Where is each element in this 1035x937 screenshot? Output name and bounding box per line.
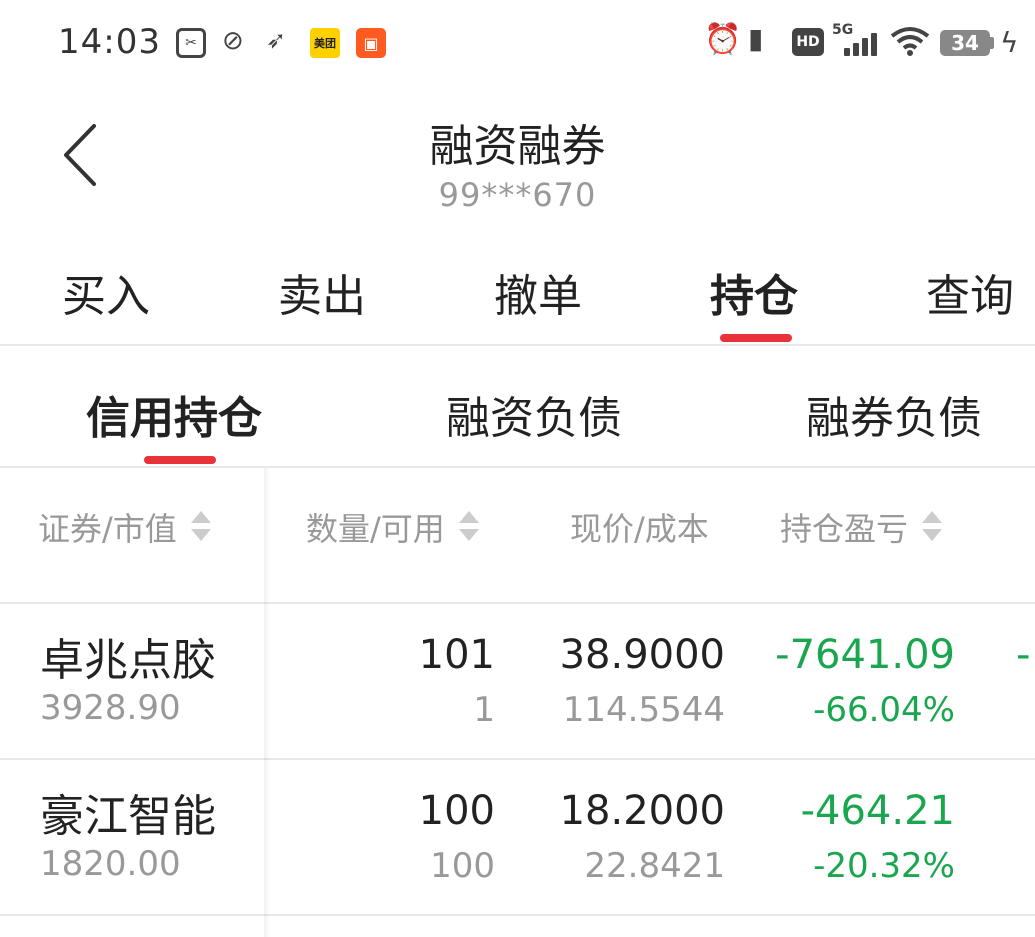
sort-icon	[190, 509, 211, 545]
quantity: 101	[418, 632, 495, 678]
active-subtab-indicator	[144, 456, 216, 464]
feather-app-icon: ➶	[266, 26, 287, 54]
tab-cancel[interactable]: 撤单	[494, 260, 582, 324]
tab-buy[interactable]: 买入	[62, 260, 150, 324]
col-security[interactable]: 证券/市值	[38, 504, 211, 550]
table-header: 证券/市值 数量/可用 现价/成本 持仓盈亏	[0, 468, 1035, 604]
page-title: 融资融券	[429, 121, 606, 172]
position-pnl: -7641.09	[775, 632, 955, 678]
status-bar: 14:03 ✂ ⊘ ➶ 美团 ▣ ⏰ ▮ HD 5G 34 ϟ	[0, 0, 1035, 86]
frozen-column-shadow	[264, 468, 270, 937]
tab-sell[interactable]: 卖出	[278, 260, 366, 324]
battery-tip	[990, 37, 994, 49]
table-row[interactable]: 卓兆点胶 3928.90 101 1 38.9000 114.5544 -764…	[0, 604, 1035, 760]
offscreen-column-fragment: -	[1016, 632, 1031, 678]
col-price: 现价/成本	[570, 510, 709, 548]
col-pnl[interactable]: 持仓盈亏	[780, 504, 943, 550]
kuaishou-app-icon: ▣	[356, 28, 386, 58]
position-pnl: -464.21	[800, 788, 955, 834]
sub-tabs: 信用持仓 融资负债 融券负债	[0, 346, 1035, 468]
cost: 22.8421	[584, 846, 725, 886]
price: 38.9000	[559, 632, 725, 678]
meituan-app-icon: 美团	[310, 28, 340, 58]
signal-icon: 5G	[832, 22, 880, 58]
sort-icon	[458, 509, 479, 545]
charging-icon: ϟ	[1000, 26, 1019, 59]
subtab-credit-holdings[interactable]: 信用持仓	[86, 382, 262, 446]
sort-icon	[922, 509, 943, 545]
alarm-icon: ⏰	[704, 22, 742, 57]
scissors-app-icon: ✂	[176, 28, 206, 58]
market-value: 1820.00	[40, 844, 181, 884]
wifi-icon	[890, 27, 930, 56]
subtab-margin-debt[interactable]: 融资负债	[446, 382, 622, 446]
available: 1	[473, 690, 495, 730]
tab-query[interactable]: 查询	[926, 260, 1014, 324]
stock-name: 豪江智能	[40, 791, 216, 842]
tab-holdings[interactable]: 持仓	[710, 260, 798, 324]
col-quantity[interactable]: 数量/可用	[306, 504, 479, 550]
hd-icon: HD	[792, 28, 824, 56]
status-time: 14:03	[58, 22, 161, 62]
table-row[interactable]: 豪江智能 1820.00 100 100 18.2000 22.8421 -46…	[0, 760, 1035, 916]
cost: 114.5544	[562, 690, 725, 730]
active-tab-indicator	[720, 334, 792, 342]
account-id: 99***670	[438, 176, 597, 214]
price: 18.2000	[559, 788, 725, 834]
battery-icon: 34	[940, 30, 990, 56]
market-value: 3928.90	[40, 688, 181, 728]
position-pnl-pct: -66.04%	[813, 690, 955, 730]
available: 100	[430, 846, 495, 886]
vibrate-icon: ▮	[748, 22, 764, 55]
main-tabs: 买入 卖出 撤单 持仓 查询	[0, 250, 1035, 346]
browser-app-icon: ⊘	[222, 26, 244, 56]
position-pnl-pct: -20.32%	[813, 846, 955, 886]
subtab-short-debt[interactable]: 融券负债	[806, 382, 982, 446]
quantity: 100	[418, 788, 495, 834]
stock-name: 卓兆点胶	[40, 635, 216, 686]
